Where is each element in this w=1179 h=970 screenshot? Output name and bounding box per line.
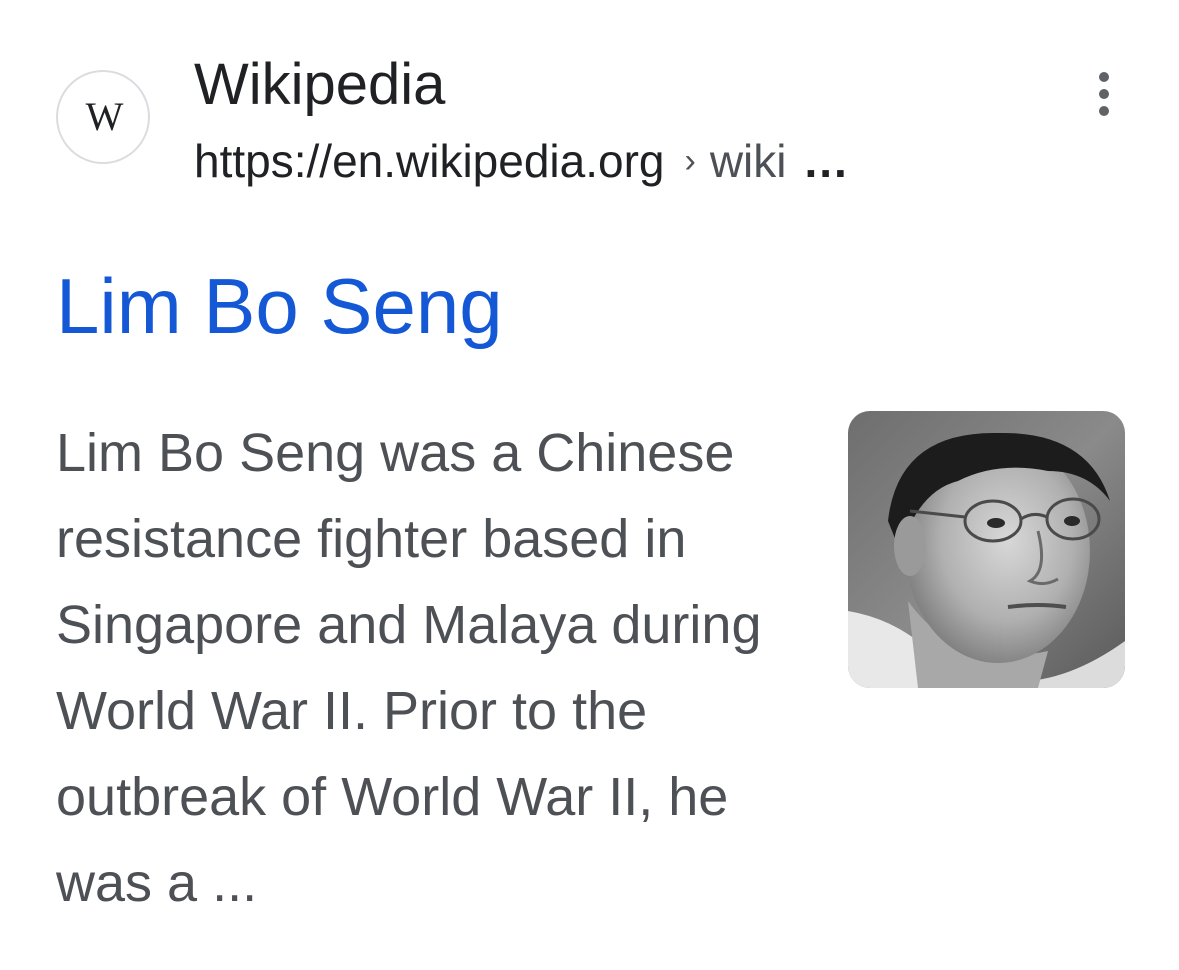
url-path: wiki (709, 135, 787, 187)
menu-dot (1099, 106, 1109, 116)
thumbnail-image[interactable] (848, 411, 1125, 688)
menu-dot (1099, 72, 1109, 82)
search-result: W Wikipedia https://en.wikipedia.org › w… (0, 0, 1179, 970)
url-domain: https://en.wikipedia.org (194, 135, 665, 187)
more-vert-icon[interactable] (1080, 62, 1128, 126)
menu-dot (1099, 89, 1109, 99)
wikipedia-favicon-icon[interactable]: W (56, 70, 150, 164)
breadcrumb-url[interactable]: https://en.wikipedia.org › wiki ... (194, 130, 849, 192)
favicon-letter: W (85, 94, 124, 139)
result-title-link[interactable]: Lim Bo Seng (56, 258, 503, 354)
result-snippet: Lim Bo Seng was a Chinese resistance fig… (56, 423, 762, 913)
url-ellipsis: ... (804, 135, 849, 187)
portrait-photo (848, 411, 1125, 688)
site-name[interactable]: Wikipedia (194, 50, 445, 120)
url-separator: › (684, 142, 696, 180)
